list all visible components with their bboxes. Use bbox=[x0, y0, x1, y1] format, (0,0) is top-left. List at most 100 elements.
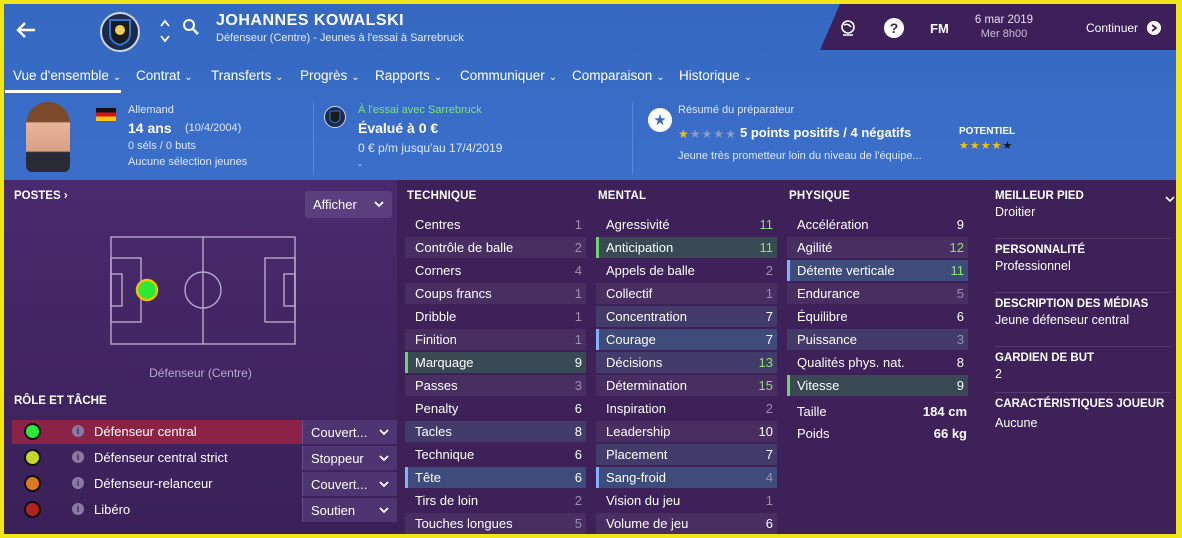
duty-dropdown[interactable]: Couvert... bbox=[302, 420, 397, 444]
show-dropdown-label: Afficher bbox=[313, 197, 357, 212]
attribute-row[interactable]: Centres 1 bbox=[405, 214, 586, 235]
attribute-row[interactable]: Volume de jeu 6 bbox=[596, 513, 777, 534]
info-icon[interactable]: i bbox=[72, 451, 84, 463]
role-row[interactable]: i Libéro Soutien bbox=[12, 498, 397, 522]
attribute-row[interactable]: Tête 6 bbox=[405, 467, 586, 488]
attribute-row[interactable]: Accélération 9 bbox=[787, 214, 968, 235]
fm-menu[interactable]: FM bbox=[930, 21, 949, 36]
tab-reports[interactable]: Rapports ⌄ bbox=[375, 68, 442, 83]
attribute-row[interactable]: Sang-froid 4 bbox=[596, 467, 777, 488]
current-date: 6 mar 2019 bbox=[974, 14, 1034, 26]
attribute-row[interactable]: Technique 6 bbox=[405, 444, 586, 465]
attribute-value: 2 bbox=[765, 401, 773, 416]
info-icon[interactable]: i bbox=[72, 503, 84, 515]
coach-note[interactable]: Jeune très prometteur loin du niveau de … bbox=[678, 150, 922, 162]
duty-label: Couvert... bbox=[311, 476, 368, 492]
attribute-row[interactable]: Passes 3 bbox=[405, 375, 586, 396]
attribute-row[interactable]: Touches longues 5 bbox=[405, 513, 586, 534]
tab-transfers[interactable]: Transferts ⌄ bbox=[211, 68, 284, 83]
attribute-row[interactable]: Tirs de loin 2 bbox=[405, 490, 586, 511]
back-arrow-icon[interactable] bbox=[12, 16, 40, 44]
attribute-row[interactable]: Penalty 6 bbox=[405, 398, 586, 419]
attribute-name: Vitesse bbox=[797, 378, 840, 393]
height-label: Taille bbox=[797, 404, 827, 419]
attribute-value: 3 bbox=[956, 332, 964, 347]
tab-overview[interactable]: Vue d'ensemble ⌄ bbox=[13, 68, 121, 83]
attribute-name: Tacles bbox=[415, 424, 452, 439]
duty-dropdown[interactable]: Couvert... bbox=[302, 472, 397, 496]
attribute-row[interactable]: Courage 7 bbox=[596, 329, 777, 350]
role-row[interactable]: i Défenseur central Couvert... bbox=[12, 420, 397, 444]
attribute-row[interactable]: Marquage 9 bbox=[405, 352, 586, 373]
attribute-row[interactable]: Vitesse 9 bbox=[787, 375, 968, 396]
duty-dropdown[interactable]: Stoppeur bbox=[302, 446, 397, 470]
attribute-name: Tête bbox=[415, 470, 442, 485]
player-avatar bbox=[26, 102, 70, 172]
player-subtitle: Défenseur (Centre) - Jeunes à l'essai à … bbox=[216, 32, 464, 44]
attribute-row[interactable]: Puissance 3 bbox=[787, 329, 968, 350]
attribute-row[interactable]: Contrôle de balle 2 bbox=[405, 237, 586, 258]
continue-button[interactable]: Continuer bbox=[1086, 21, 1138, 35]
potential-stars: ★ ★ ★ ★ ★ bbox=[959, 141, 1012, 152]
attribute-value: 1 bbox=[574, 217, 582, 232]
info-icon[interactable]: i bbox=[72, 425, 84, 437]
caps-goals: 0 séls / 0 buts bbox=[128, 140, 196, 152]
star-icon: ★ bbox=[689, 127, 701, 141]
role-row[interactable]: i Défenseur central strict Stoppeur bbox=[12, 446, 397, 470]
tab-communicate[interactable]: Communiquer ⌄ bbox=[460, 68, 557, 83]
attribute-row[interactable]: Finition 1 bbox=[405, 329, 586, 350]
info-icon[interactable]: i bbox=[72, 477, 84, 489]
help-icon[interactable]: ? bbox=[884, 18, 904, 38]
attribute-row[interactable]: Agressivité 11 bbox=[596, 214, 777, 235]
attribute-value: 1 bbox=[574, 309, 582, 324]
attribute-row[interactable]: Vision du jeu 1 bbox=[596, 490, 777, 511]
tab-comparison[interactable]: Comparaison ⌄ bbox=[572, 68, 665, 83]
current-time: Mer 8h00 bbox=[980, 28, 1028, 40]
attribute-value: 13 bbox=[758, 355, 773, 370]
position-marker[interactable] bbox=[135, 278, 159, 302]
attribute-row[interactable]: Qualités phys. nat. 8 bbox=[787, 352, 968, 373]
tab-history[interactable]: Historique ⌄ bbox=[679, 68, 752, 83]
attribute-row[interactable]: Dribble 1 bbox=[405, 306, 586, 327]
coach-summary-title: Résumé du préparateur bbox=[678, 104, 795, 116]
attribute-row[interactable]: Agilité 12 bbox=[787, 237, 968, 258]
personality: PERSONNALITÉ Professionnel bbox=[995, 244, 1085, 273]
attribute-row[interactable]: Placement 7 bbox=[596, 444, 777, 465]
goalkeeper-label: GARDIEN DE BUT bbox=[995, 352, 1095, 364]
attribute-name: Détermination bbox=[606, 378, 687, 393]
attribute-row[interactable]: Corners 4 bbox=[405, 260, 586, 281]
role-color-dot bbox=[24, 501, 41, 518]
show-dropdown[interactable]: Afficher bbox=[305, 191, 392, 218]
attribute-row[interactable]: Coups francs 1 bbox=[405, 283, 586, 304]
tab-progress[interactable]: Progrès ⌄ bbox=[300, 68, 360, 83]
tab-contract[interactable]: Contrat ⌄ bbox=[136, 68, 193, 83]
world-icon[interactable] bbox=[838, 18, 858, 38]
club-crest-icon[interactable] bbox=[100, 12, 140, 52]
attribute-row[interactable]: Décisions 13 bbox=[596, 352, 777, 373]
potential-label: POTENTIEL bbox=[959, 126, 1016, 137]
attribute-row[interactable]: Détente verticale 11 bbox=[787, 260, 968, 281]
attribute-value: 1 bbox=[574, 332, 582, 347]
player-switch-arrows[interactable] bbox=[156, 14, 174, 48]
attribute-row[interactable]: Appels de balle 2 bbox=[596, 260, 777, 281]
duty-dropdown[interactable]: Soutien bbox=[302, 498, 397, 522]
attribute-row[interactable]: Leadership 10 bbox=[596, 421, 777, 442]
attribute-value: 2 bbox=[574, 240, 582, 255]
attribute-row[interactable]: Tacles 8 bbox=[405, 421, 586, 442]
attribute-row[interactable]: Anticipation 11 bbox=[596, 237, 777, 258]
role-row[interactable]: i Défenseur-relanceur Couvert... bbox=[12, 472, 397, 496]
attribute-row[interactable]: Concentration 7 bbox=[596, 306, 777, 327]
continue-arrow-icon[interactable] bbox=[1147, 21, 1161, 35]
star-icon: ★ bbox=[678, 127, 689, 141]
attribute-row[interactable]: Inspiration 2 bbox=[596, 398, 777, 419]
search-icon[interactable] bbox=[180, 16, 202, 38]
attribute-row[interactable]: Endurance 5 bbox=[787, 283, 968, 304]
chevron-down-icon[interactable] bbox=[1165, 196, 1175, 203]
attribute-row[interactable]: Détermination 15 bbox=[596, 375, 777, 396]
attribute-value: 7 bbox=[765, 309, 773, 324]
best-foot-label: MEILLEUR PIED bbox=[995, 190, 1084, 202]
attribute-row[interactable]: Collectif 1 bbox=[596, 283, 777, 304]
positions-title[interactable]: POSTES › bbox=[14, 190, 68, 202]
attribute-row[interactable]: Équilibre 6 bbox=[787, 306, 968, 327]
attribute-value: 1 bbox=[765, 493, 773, 508]
